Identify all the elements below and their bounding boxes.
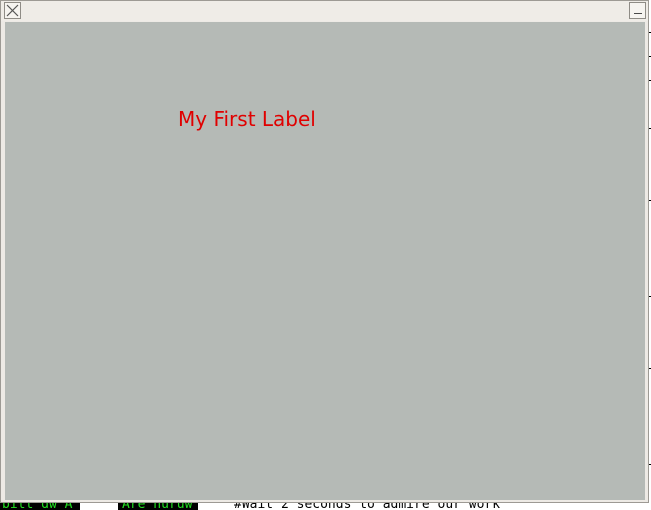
app-window: My First Label <box>0 0 649 503</box>
minimize-button[interactable] <box>629 2 646 19</box>
minimize-icon <box>634 13 642 14</box>
window-titlebar[interactable] <box>1 1 648 21</box>
screen: bitt dw A Are nuruw #Wait 2 seconds to a… <box>0 0 651 510</box>
close-button[interactable] <box>4 2 21 19</box>
close-icon <box>6 4 19 17</box>
first-label: My First Label <box>178 107 316 131</box>
window-client-area: My First Label <box>5 22 645 500</box>
